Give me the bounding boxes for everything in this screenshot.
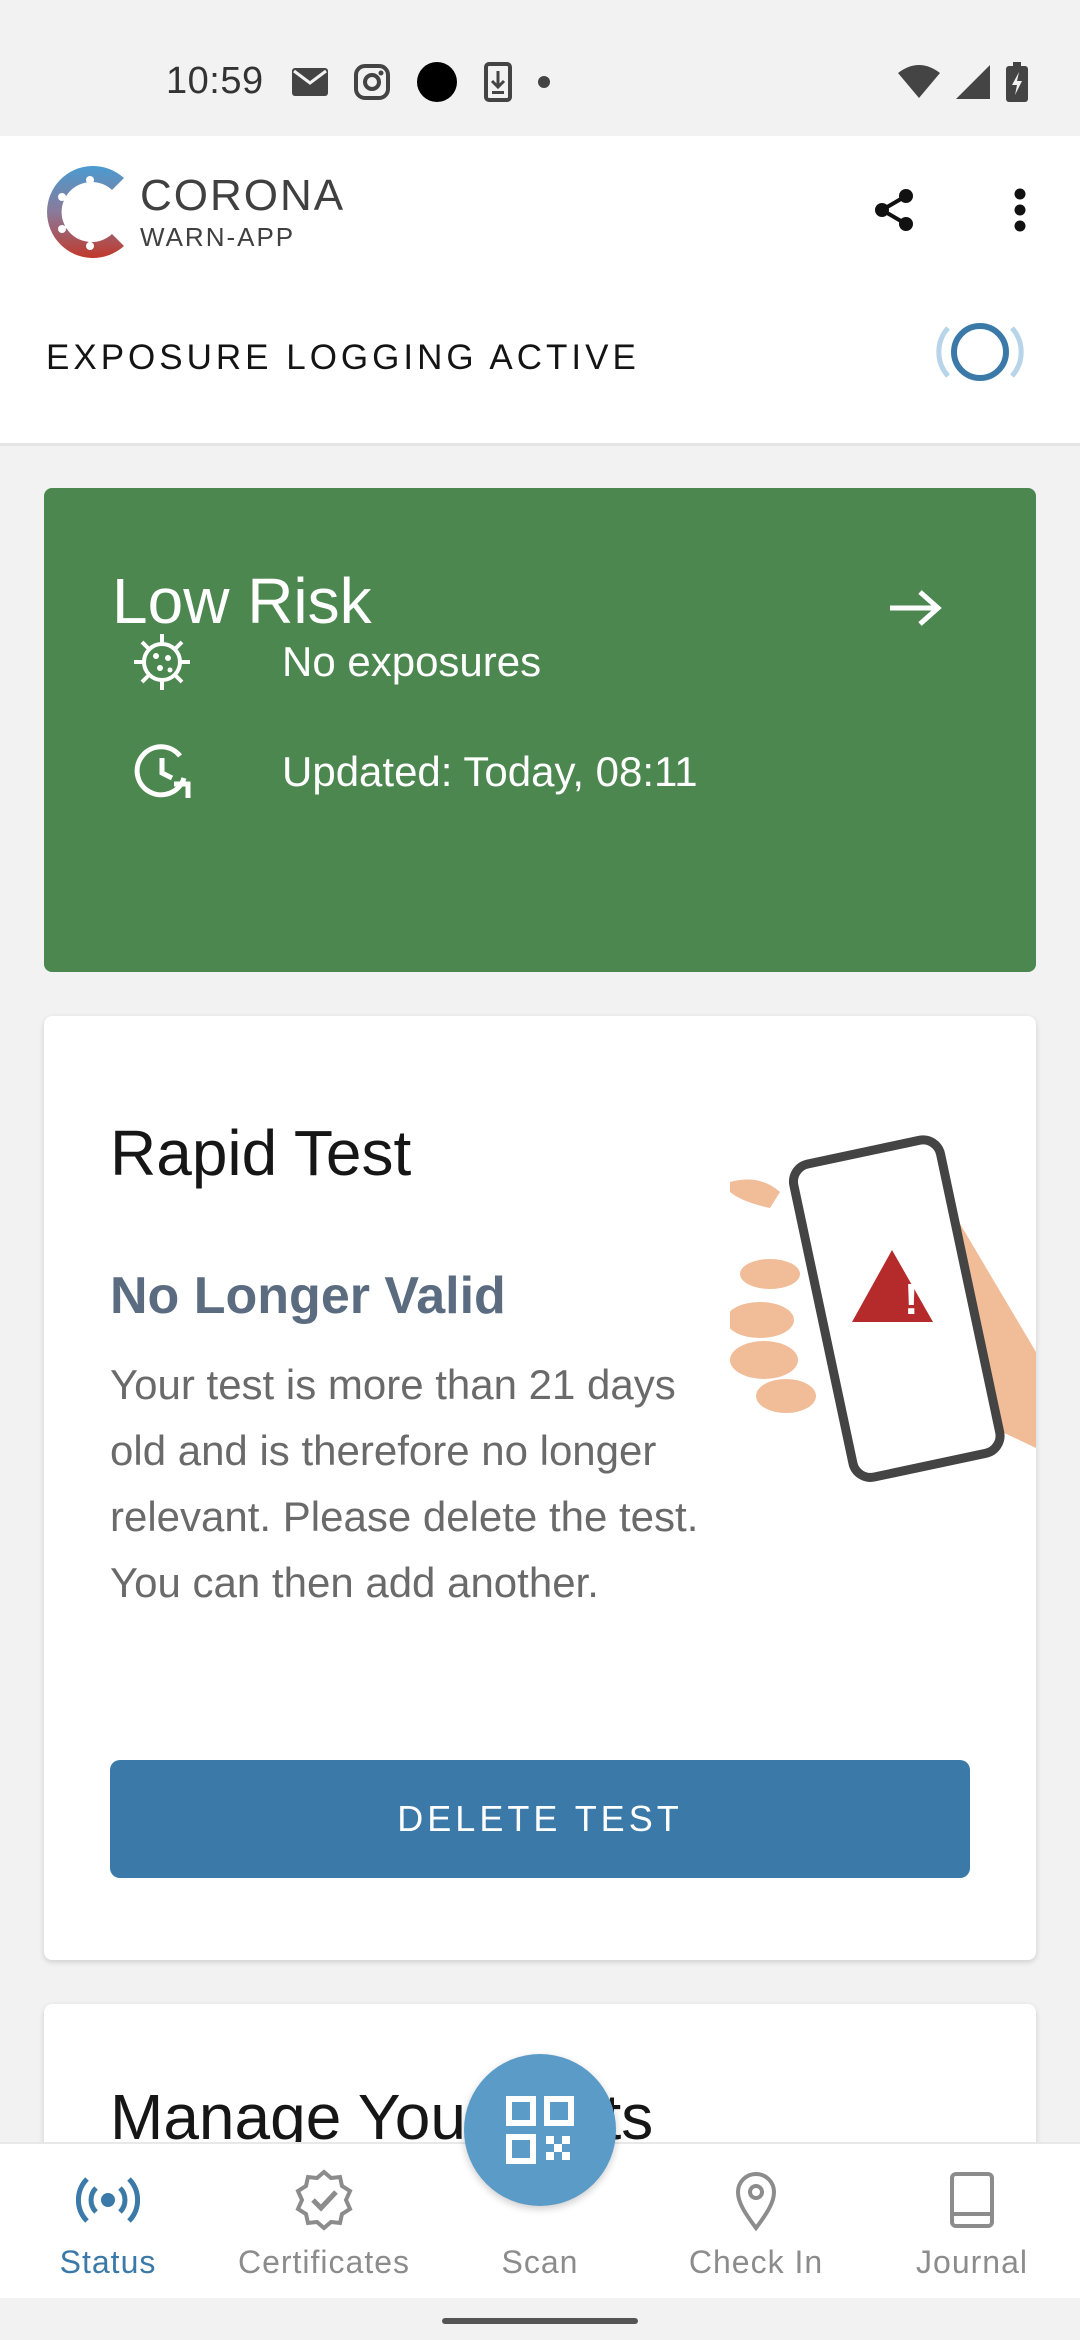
small-dot-icon [538, 76, 550, 88]
arrow-right-icon[interactable] [884, 584, 948, 632]
location-pin-icon [735, 2172, 777, 2232]
status-bar: 10:59 [0, 0, 1080, 136]
nav-certificates-label: Certificates [237, 2244, 411, 2280]
svg-text:!: ! [904, 1275, 919, 1324]
gmail-icon [292, 68, 328, 96]
broadcast-icon [76, 2177, 140, 2223]
risk-row-exposures: No exposures [130, 630, 541, 694]
risk-row-updated: Updated: Today, 08:11 [130, 740, 698, 804]
nav-journal[interactable]: Journal [864, 2144, 1080, 2300]
risk-updated-text: Updated: Today, 08:11 [282, 748, 698, 795]
nav-status-label: Status [59, 2244, 157, 2280]
wifi-icon [898, 65, 940, 98]
rapid-test-card: Rapid Test No Longer Valid Your test is … [44, 1016, 1036, 1960]
nav-check-in-label: Check In [688, 2244, 824, 2280]
phone-warning-illustration: ! [730, 1135, 1036, 1482]
test-status-heading: No Longer Valid [110, 1267, 506, 1325]
clock-refresh-icon [134, 744, 191, 798]
signal-icon [956, 65, 990, 99]
app-logo: CORONA WARN-APP [42, 160, 345, 264]
certificate-icon [295, 2169, 353, 2231]
risk-exposures-text: No exposures [282, 638, 542, 685]
risk-card[interactable]: Low Risk No exposures Updated: Today, 08… [44, 488, 1036, 972]
dot-icon [417, 62, 457, 102]
nav-certificates[interactable]: Certificates [216, 2144, 432, 2300]
qr-code-icon [506, 2096, 574, 2164]
nav-status[interactable]: Status [0, 2144, 216, 2300]
more-vert-icon[interactable] [1002, 186, 1038, 234]
gesture-navigation-area [0, 2298, 1080, 2340]
status-time: 10:59 [166, 60, 264, 102]
logo-title: CORONA [140, 171, 346, 220]
download-icon [484, 62, 512, 102]
test-card-title: Rapid Test [110, 1117, 412, 1189]
test-status-description: Your test is more than 21 days old and i… [110, 1361, 699, 1606]
virus-icon [134, 634, 190, 690]
scan-fab-button[interactable] [464, 2054, 616, 2206]
logo-subtitle: WARN-APP [140, 222, 296, 252]
delete-test-button[interactable]: DELETE TEST [110, 1760, 970, 1878]
share-icon[interactable] [870, 186, 918, 234]
book-icon [950, 2172, 994, 2228]
nav-scan-label: Scan [501, 2244, 579, 2280]
exposure-logging-row[interactable]: EXPOSURE LOGGING ACTIVE [0, 306, 1080, 416]
app-header: CORONA WARN-APP EXPOSURE LOGGING ACTIVE [0, 136, 1080, 446]
exposure-active-icon [936, 323, 1024, 381]
exposure-logging-label: EXPOSURE LOGGING ACTIVE [46, 338, 640, 377]
system-icons [898, 60, 1028, 104]
battery-icon [1006, 62, 1028, 102]
gesture-handle[interactable] [442, 2318, 638, 2324]
nav-journal-label: Journal [916, 2244, 1028, 2280]
risk-title: Low Risk [112, 565, 372, 637]
instagram-icon [354, 64, 390, 100]
nav-check-in[interactable]: Check In [648, 2144, 864, 2300]
corona-logo-icon [47, 166, 124, 258]
notification-icons [292, 60, 550, 104]
